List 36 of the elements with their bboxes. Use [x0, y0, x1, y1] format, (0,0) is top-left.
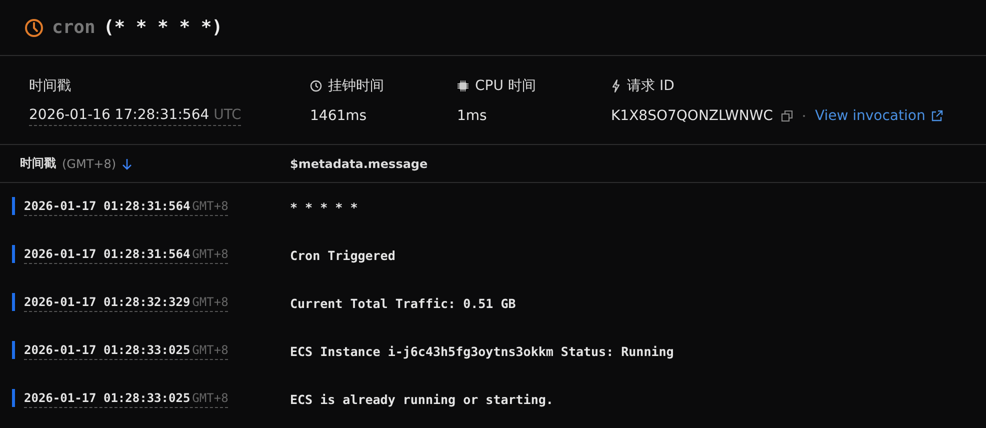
- copy-icon[interactable]: [780, 110, 793, 122]
- row-timestamp: 2026-01-17 01:28:33:025 GMT+8: [24, 390, 228, 408]
- meta-label: 请求 ID: [627, 77, 674, 95]
- external-link-icon: [931, 110, 944, 122]
- row-marker: [12, 340, 15, 358]
- meta-value: 1ms: [457, 108, 487, 124]
- log-message: ECS Instance i-j6c43h5fg3oytns3okkm Status: Running: [290, 344, 674, 358]
- meta-value: 1461ms: [310, 108, 367, 124]
- meta-label: 时间戳: [29, 77, 71, 95]
- lightning-icon: [611, 79, 621, 93]
- log-message: * * * * *: [290, 200, 358, 214]
- timestamp-value: 2026-01-16 17:28:31:564 UTC: [29, 106, 242, 126]
- log-message: Cron Triggered: [290, 248, 396, 262]
- log-message: Current Total Traffic: 0.51 GB: [290, 296, 516, 310]
- chip-icon: [457, 80, 469, 92]
- row-marker: [12, 196, 15, 214]
- row-marker: [12, 388, 15, 406]
- row-timestamp: 2026-01-17 01:28:32:329 GMT+8: [24, 294, 228, 312]
- row-timestamp: 2026-01-17 01:28:31:564 GMT+8: [24, 198, 228, 216]
- column-header[interactable]: $metadata.message: [290, 156, 428, 170]
- row-marker: [12, 244, 15, 262]
- sort-arrow-icon[interactable]: [122, 158, 132, 170]
- row-timestamp: 2026-01-17 01:28:31:564 GMT+8: [24, 246, 228, 264]
- column-header[interactable]: 时间戳: [20, 155, 56, 172]
- clock-icon: [310, 80, 322, 92]
- log-message: ECS is already running or starting.: [290, 392, 554, 406]
- meta-label: CPU 时间: [475, 77, 536, 95]
- cron-title: cron: [52, 17, 96, 38]
- view-invocation-link[interactable]: View invocation: [814, 108, 944, 124]
- meta-value: K1X8SO7QONZLWNWC: [611, 108, 773, 124]
- cron-schedule: (* * * * *): [103, 17, 223, 38]
- clock-icon: [24, 18, 44, 38]
- row-timestamp: 2026-01-17 01:28:33:025 GMT+8: [24, 342, 228, 360]
- meta-label: 挂钟时间: [328, 77, 384, 95]
- row-marker: [12, 292, 15, 310]
- column-note: (GMT+8): [62, 156, 116, 170]
